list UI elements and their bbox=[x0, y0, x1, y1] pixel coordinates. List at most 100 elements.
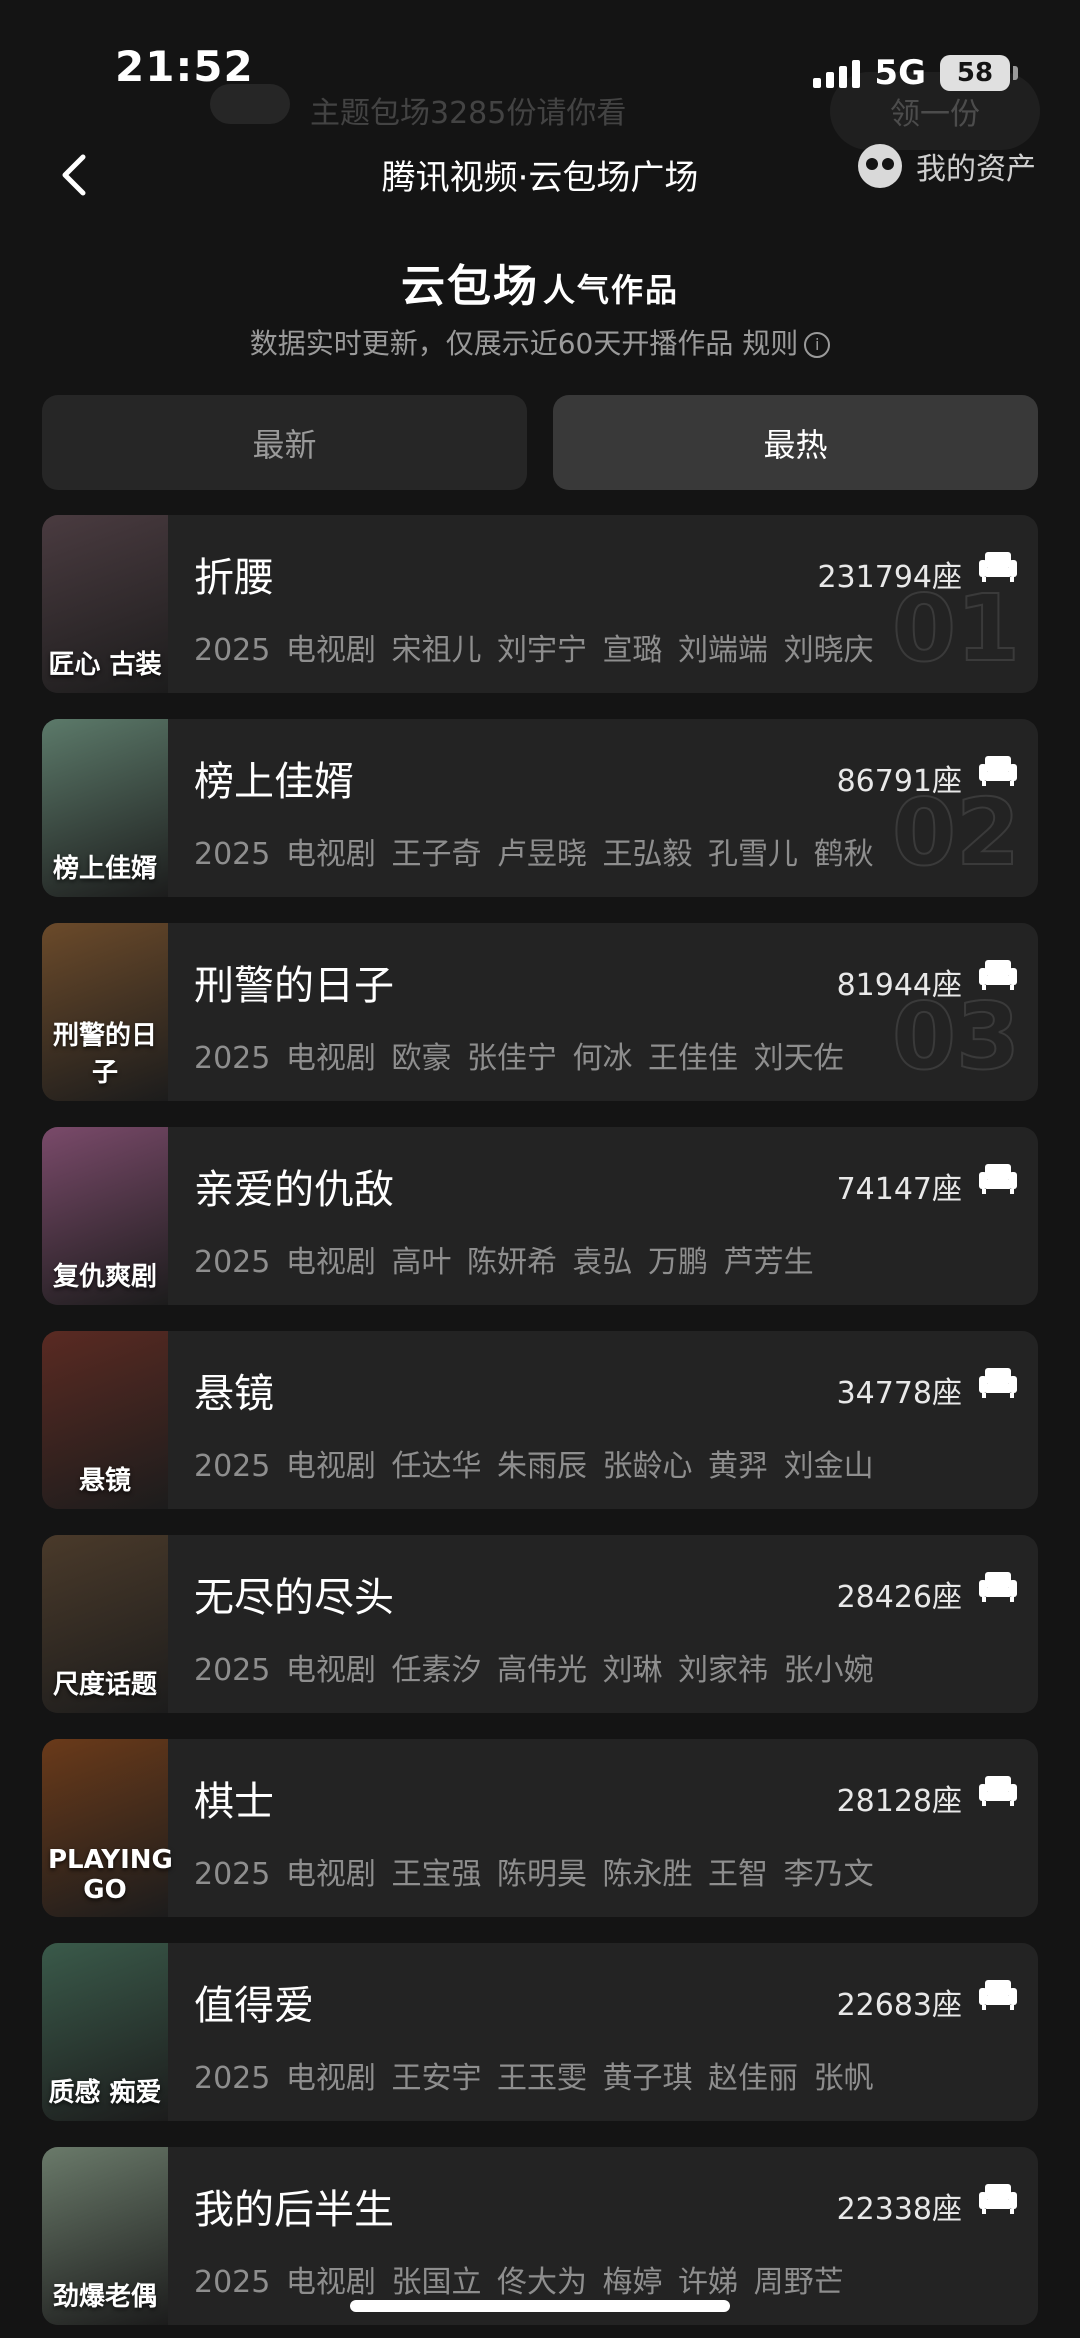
seat-count: 81944座 bbox=[837, 960, 962, 1004]
item-cast: 宋祖儿 刘宇宁 宣璐 刘端端 刘晓庆 bbox=[391, 633, 874, 668]
rules-link[interactable]: 规则 i bbox=[742, 327, 831, 360]
sofa-icon bbox=[979, 960, 1017, 990]
home-indicator bbox=[350, 2300, 730, 2312]
poster-image: 劲爆老偶 bbox=[42, 2147, 168, 2325]
poster-image: PLAYING GO bbox=[42, 1739, 173, 1917]
item-cast: 高叶 陈妍希 袁弘 万鹏 芦芳生 bbox=[391, 1245, 814, 1280]
item-cast: 欧豪 张佳宁 何冰 王佳佳 刘天佐 bbox=[391, 1041, 844, 1076]
seat-value: 86791 bbox=[836, 764, 932, 799]
item-year: 2025 bbox=[194, 1857, 271, 1892]
tab-hottest[interactable]: 最热 bbox=[553, 395, 1038, 490]
seat-value: 81944 bbox=[836, 968, 932, 1003]
list-item[interactable]: 匠心 古装 折腰 2025 电视剧 宋祖儿 刘宇宁 宣璐 刘端端 刘晓庆 01 2317… bbox=[42, 515, 1038, 693]
poster-image: 刑警的日子 bbox=[42, 923, 168, 1101]
seat-unit: 座 bbox=[932, 2192, 962, 2227]
status-indicators: 5G 58 bbox=[813, 50, 1018, 96]
poster-text: 质感 痴爱 bbox=[48, 2078, 162, 2108]
item-title: 折腰 bbox=[194, 555, 274, 601]
sofa-icon bbox=[979, 552, 1017, 582]
seat-unit: 座 bbox=[932, 968, 962, 1003]
item-cast: 任素汐 高伟光 刘琳 刘家祎 张小婉 bbox=[391, 1653, 874, 1688]
list-item[interactable]: 质感 痴爱 值得爱 2025 电视剧 王安宇 王玉雯 黄子琪 赵佳丽 张帆 22683… bbox=[42, 1943, 1038, 2121]
app-screen: 主题包场3285份请你看 领一份 21:52 5G 58 腾讯视频·云包场广场 … bbox=[0, 0, 1080, 2338]
signal-icon bbox=[813, 58, 861, 88]
seat-unit: 座 bbox=[932, 1376, 962, 1411]
assets-icon bbox=[858, 144, 902, 188]
item-year: 2025 bbox=[194, 1041, 271, 1076]
seat-value: 28426 bbox=[836, 1580, 932, 1615]
poster-image: 复仇爽剧 bbox=[42, 1127, 168, 1305]
item-genre: 电视剧 bbox=[285, 1653, 376, 1688]
list-item[interactable]: 尺度话题 无尽的尽头 2025 电视剧 任素汐 高伟光 刘琳 刘家祎 张小婉 2842… bbox=[42, 1535, 1038, 1713]
poster-text: 悬镜 bbox=[78, 1466, 131, 1496]
item-meta: 2025 电视剧 任素汐 高伟光 刘琳 刘家祎 张小婉 bbox=[194, 1645, 874, 1689]
seat-count: 22338座 bbox=[837, 2184, 962, 2228]
item-genre: 电视剧 bbox=[285, 633, 376, 668]
poster-image: 尺度话题 bbox=[42, 1535, 168, 1713]
seat-count: 86791座 bbox=[837, 756, 962, 800]
item-meta: 2025 电视剧 欧豪 张佳宁 何冰 王佳佳 刘天佐 bbox=[194, 1033, 844, 1077]
item-title: 亲爱的仇敌 bbox=[194, 1167, 394, 1213]
list-item[interactable]: 榜上佳婿 榜上佳婿 2025 电视剧 王子奇 卢昱晓 王弘毅 孔雪儿 鹤秋 02 867… bbox=[42, 719, 1038, 897]
item-title: 榜上佳婿 bbox=[194, 759, 354, 805]
item-meta: 2025 电视剧 王宝强 陈明昊 陈永胜 王智 李乃文 bbox=[194, 1849, 874, 1893]
my-assets-label: 我的资产 bbox=[916, 152, 1036, 187]
item-cast: 王宝强 陈明昊 陈永胜 王智 李乃文 bbox=[391, 1857, 874, 1892]
list-item[interactable]: 劲爆老偶 我的后半生 2025 电视剧 张国立 佟大为 梅婷 许娣 周野芒 22338… bbox=[42, 2147, 1038, 2325]
status-time: 21:52 bbox=[115, 42, 254, 91]
tab-latest[interactable]: 最新 bbox=[42, 395, 527, 490]
status-bar: 21:52 5G 58 bbox=[0, 0, 1080, 130]
poster-text: 劲爆老偶 bbox=[52, 2282, 157, 2312]
item-meta: 2025 电视剧 王安宇 王玉雯 黄子琪 赵佳丽 张帆 bbox=[194, 2053, 874, 2097]
seat-unit: 座 bbox=[932, 1172, 962, 1207]
battery-icon: 58 bbox=[940, 55, 1018, 91]
poster-image: 悬镜 bbox=[42, 1331, 168, 1509]
list-item[interactable]: 悬镜 悬镜 2025 电视剧 任达华 朱雨辰 张龄心 黄羿 刘金山 34778座 bbox=[42, 1331, 1038, 1509]
sofa-icon bbox=[979, 1980, 1017, 2010]
item-year: 2025 bbox=[194, 2265, 271, 2300]
sofa-icon bbox=[979, 756, 1017, 786]
sort-tabs: 最新 最热 bbox=[42, 395, 1038, 490]
sofa-icon bbox=[979, 1368, 1017, 1398]
info-icon: i bbox=[804, 332, 831, 358]
poster-text: 榜上佳婿 bbox=[52, 854, 157, 884]
sofa-icon bbox=[979, 1164, 1017, 1194]
seat-value: 74147 bbox=[836, 1172, 932, 1207]
list-item[interactable]: 刑警的日子 刑警的日子 2025 电视剧 欧豪 张佳宁 何冰 王佳佳 刘天佐 03 81… bbox=[42, 923, 1038, 1101]
my-assets-button[interactable]: 我的资产 bbox=[858, 144, 1036, 188]
seat-unit: 座 bbox=[932, 1784, 962, 1819]
sofa-icon bbox=[979, 1572, 1017, 1602]
item-genre: 电视剧 bbox=[285, 2061, 376, 2096]
poster-text: PLAYING GO bbox=[48, 1845, 173, 1905]
seat-unit: 座 bbox=[932, 1580, 962, 1615]
item-cast: 王子奇 卢昱晓 王弘毅 孔雪儿 鹤秋 bbox=[391, 837, 874, 872]
section-title-accent: 人气作品 bbox=[542, 271, 679, 309]
poster-text: 复仇爽剧 bbox=[52, 1262, 157, 1292]
item-year: 2025 bbox=[194, 1245, 271, 1280]
seat-count: 34778座 bbox=[837, 1368, 962, 1412]
list-item[interactable]: 复仇爽剧 亲爱的仇敌 2025 电视剧 高叶 陈妍希 袁弘 万鹏 芦芳生 74147座 bbox=[42, 1127, 1038, 1305]
section-title-main: 云包场 bbox=[400, 261, 539, 312]
item-year: 2025 bbox=[194, 1449, 271, 1484]
sofa-icon bbox=[979, 2184, 1017, 2214]
list-item[interactable]: PLAYING GO 棋士 2025 电视剧 王宝强 陈明昊 陈永胜 王智 李乃文 2… bbox=[42, 1739, 1038, 1917]
seat-unit: 座 bbox=[932, 1988, 962, 2023]
seat-value: 231794 bbox=[817, 560, 932, 595]
item-title: 棋士 bbox=[194, 1779, 274, 1825]
seat-count: 231794座 bbox=[817, 552, 962, 596]
item-meta: 2025 电视剧 宋祖儿 刘宇宁 宣璐 刘端端 刘晓庆 bbox=[194, 625, 874, 669]
poster-image: 匠心 古装 bbox=[42, 515, 168, 693]
item-title: 值得爱 bbox=[194, 1983, 314, 2029]
item-title: 无尽的尽头 bbox=[194, 1575, 394, 1621]
item-year: 2025 bbox=[194, 633, 271, 668]
ranking-list: 匠心 古装 折腰 2025 电视剧 宋祖儿 刘宇宁 宣璐 刘端端 刘晓庆 01 2317… bbox=[42, 515, 1038, 2338]
item-meta: 2025 电视剧 高叶 陈妍希 袁弘 万鹏 芦芳生 bbox=[194, 1237, 814, 1281]
subtitle-text: 数据实时更新，仅展示近60天开播作品 bbox=[249, 327, 734, 360]
section-subtitle: 数据实时更新，仅展示近60天开播作品 规则 i bbox=[0, 322, 1080, 362]
seat-value: 34778 bbox=[836, 1376, 932, 1411]
seat-value: 22683 bbox=[836, 1988, 932, 2023]
item-meta: 2025 电视剧 王子奇 卢昱晓 王弘毅 孔雪儿 鹤秋 bbox=[194, 829, 874, 873]
item-genre: 电视剧 bbox=[285, 1449, 376, 1484]
item-title: 我的后半生 bbox=[194, 2187, 394, 2233]
poster-text: 尺度话题 bbox=[52, 1670, 157, 1700]
